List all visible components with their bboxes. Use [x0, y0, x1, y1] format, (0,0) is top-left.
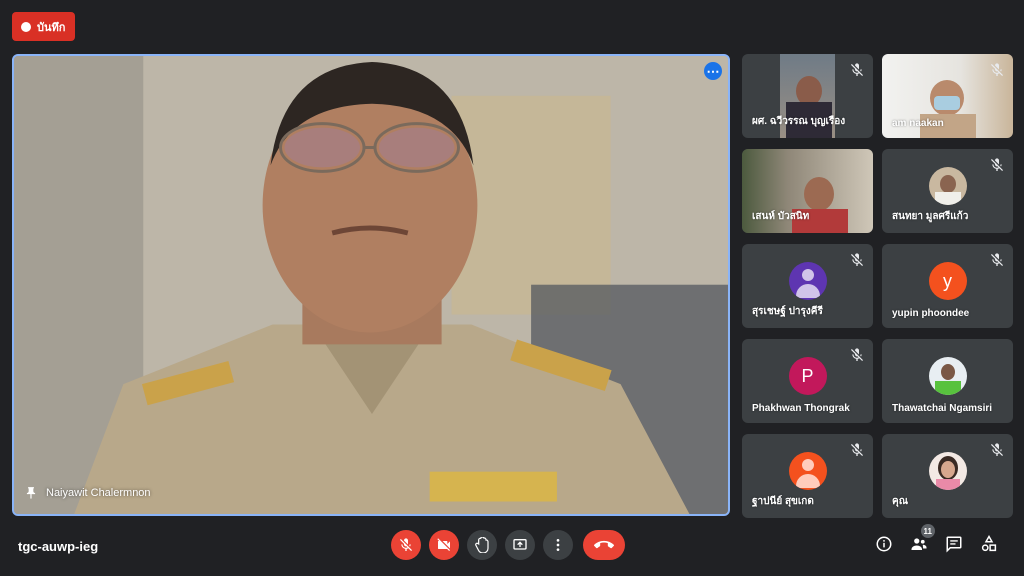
- participant-name: เสนห์ บัวสนิท: [752, 211, 810, 222]
- more-options-button[interactable]: [543, 530, 573, 560]
- participant-tile[interactable]: P Phakhwan Thongrak: [742, 339, 873, 423]
- present-button[interactable]: [505, 530, 535, 560]
- participant-avatar: [788, 262, 827, 300]
- recording-dot-icon: [21, 21, 31, 32]
- avatar-letter: P: [801, 365, 814, 386]
- mic-off-icon: [991, 158, 1003, 171]
- participant-avatar: y: [928, 262, 967, 300]
- participant-tile[interactable]: คุณ: [882, 434, 1013, 518]
- mic-off-icon: [991, 253, 1003, 266]
- activities-button[interactable]: [979, 534, 999, 554]
- main-speaker-label: Naiyawit Chalermnon: [24, 486, 151, 500]
- chat-button[interactable]: [944, 534, 964, 554]
- call-controls: [391, 530, 625, 560]
- participant-name: am naakan: [892, 118, 944, 129]
- participant-photo: [928, 167, 967, 205]
- main-speaker-name: Naiyawit Chalermnon: [46, 487, 151, 499]
- bottom-toolbar: tgc-auwp-ieg 11: [0, 524, 1024, 576]
- participant-tile[interactable]: ผศ. ฉวีวรรณ บุญเรือง: [742, 54, 873, 138]
- mic-off-icon: [851, 443, 863, 456]
- participant-tile[interactable]: ฐาปนีย์ สุขเกด: [742, 434, 873, 518]
- side-panel-buttons: 11: [874, 524, 999, 554]
- participant-photo: [928, 357, 967, 395]
- activities-icon: [981, 535, 997, 552]
- camera-toggle-button[interactable]: [429, 530, 459, 560]
- recording-badge[interactable]: บันทึก: [12, 12, 76, 41]
- end-call-icon: [594, 540, 614, 549]
- participant-name: Phakhwan Thongrak: [752, 403, 850, 414]
- participant-name: ฐาปนีย์ สุขเกด: [752, 496, 814, 507]
- meeting-details-button[interactable]: [874, 534, 894, 554]
- participant-name: Thawatchai Ngamsiri: [892, 403, 993, 414]
- more-options-icon[interactable]: ⋯: [704, 62, 722, 80]
- participant-avatar: [788, 452, 827, 490]
- participant-name: สุรเชษฐ์ ปารุงคีรี: [752, 306, 823, 317]
- mic-toggle-button[interactable]: [391, 530, 421, 560]
- pin-icon: [26, 487, 36, 499]
- participant-tile[interactable]: สุรเชษฐ์ ปารุงคีรี: [742, 244, 873, 328]
- participant-tile[interactable]: Thawatchai Ngamsiri: [882, 339, 1013, 423]
- participant-name: คุณ: [892, 496, 908, 507]
- participant-tile[interactable]: y yupin phoondee: [882, 244, 1013, 328]
- participant-avatar: P: [788, 357, 827, 395]
- participant-tile[interactable]: am naakan: [882, 54, 1013, 138]
- avatar-letter: y: [943, 270, 952, 291]
- participant-name: สนทยา มูลศรีแก้ว: [892, 211, 969, 222]
- end-call-button[interactable]: [583, 530, 625, 560]
- mic-off-icon: [851, 253, 863, 266]
- mic-off-icon: [851, 63, 863, 76]
- participant-tile[interactable]: สนทยา มูลศรีแก้ว: [882, 149, 1013, 233]
- people-button[interactable]: 11: [909, 524, 935, 554]
- mic-off-icon: [991, 63, 1003, 76]
- more-options-icon: [556, 539, 560, 551]
- meeting-code[interactable]: tgc-auwp-ieg: [18, 539, 98, 554]
- mic-off-icon: [851, 348, 863, 361]
- present-icon: [513, 539, 527, 550]
- people-count-badge: 11: [920, 524, 935, 538]
- recording-label: บันทึก: [37, 21, 66, 34]
- chat-icon: [946, 536, 962, 553]
- mic-off-icon: [991, 443, 1003, 456]
- raise-hand-button[interactable]: [467, 530, 497, 560]
- camera-off-icon: [437, 538, 450, 551]
- raise-hand-icon: [475, 537, 489, 553]
- participant-tile[interactable]: เสนห์ บัวสนิท: [742, 149, 873, 233]
- participant-name: yupin phoondee: [892, 308, 970, 319]
- main-speaker-video: [14, 56, 728, 514]
- participant-photo: [928, 452, 967, 490]
- main-speaker-tile[interactable]: ⋯ Naiyawit Chalermnon: [12, 54, 730, 516]
- info-icon: [876, 536, 892, 552]
- participant-name: ผศ. ฉวีวรรณ บุญเรือง: [752, 116, 846, 127]
- mic-off-icon: [400, 538, 412, 551]
